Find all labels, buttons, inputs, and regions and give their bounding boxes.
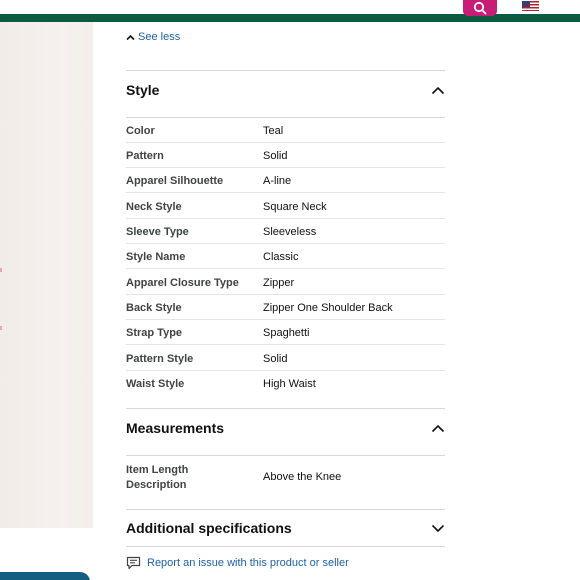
attribute-value: Teal	[263, 125, 284, 137]
table-row: Strap Type Spaghetti	[126, 320, 445, 345]
measurements-section-header[interactable]: Measurements	[126, 420, 445, 436]
attribute-value: Spaghetti	[263, 327, 310, 339]
attribute-value: Zipper One Shoulder Back	[263, 302, 393, 314]
attribute-value: A-line	[263, 175, 292, 187]
table-row: Sleeve Type Sleeveless	[126, 219, 445, 244]
attribute-value: Sleeveless	[263, 226, 317, 238]
see-less-link[interactable]: See less	[126, 31, 180, 43]
table-row: Pattern Style Solid	[126, 346, 445, 371]
chevron-up-icon	[431, 86, 445, 95]
language-label: EN	[542, 0, 558, 12]
floating-pill-button[interactable]	[0, 572, 90, 580]
table-row: Style Name Classic	[126, 244, 445, 269]
divider	[126, 509, 445, 510]
divider	[126, 408, 445, 409]
attribute-name: Apparel Silhouette	[126, 175, 224, 187]
feedback-icon	[126, 556, 141, 570]
us-flag-icon	[522, 1, 539, 11]
attribute-name: Neck Style	[126, 201, 182, 213]
additional-specifications-header[interactable]: Additional specifications	[126, 520, 445, 536]
attribute-name: Strap Type	[126, 327, 183, 339]
attribute-name: Style Name	[126, 251, 186, 263]
attribute-name: Back Style	[126, 302, 182, 314]
table-row: Pattern Solid	[126, 143, 445, 168]
attribute-name: Item Length Description	[126, 464, 189, 491]
attribute-value: Solid	[263, 150, 288, 162]
table-row: Neck Style Square Neck	[126, 194, 445, 219]
chevron-down-icon	[431, 524, 445, 533]
table-row: Apparel Closure Type Zipper	[126, 270, 445, 295]
attribute-value: Zipper	[263, 277, 295, 289]
attribute-name: Pattern	[126, 150, 164, 162]
table-row: Waist Style High Waist	[126, 371, 445, 396]
report-issue-link[interactable]: Report an issue with this product or sel…	[126, 556, 349, 570]
image-detail	[0, 268, 2, 272]
attribute-value: Classic	[263, 251, 299, 263]
attribute-value: Square Neck	[263, 201, 327, 213]
see-less-label: See less	[138, 31, 181, 43]
table-row: Color Teal	[126, 118, 445, 143]
product-image[interactable]	[0, 22, 93, 528]
caret-down-icon	[560, 4, 567, 8]
chevron-up-icon	[431, 424, 445, 433]
style-section-header[interactable]: Style	[126, 82, 445, 98]
attribute-name: Sleeve Type	[126, 226, 189, 238]
attribute-name: Apparel Closure Type	[126, 277, 239, 289]
additional-specifications-title: Additional specifications	[126, 520, 292, 536]
style-section-title: Style	[126, 82, 160, 98]
search-icon	[473, 1, 487, 15]
search-button[interactable]	[463, 0, 497, 16]
report-issue-label: Report an issue with this product or sel…	[147, 557, 349, 569]
top-header: EN	[0, 0, 580, 22]
divider	[126, 70, 445, 71]
image-detail	[0, 326, 2, 330]
attribute-value: Above the Knee	[263, 471, 342, 483]
language-selector[interactable]: EN	[522, 0, 567, 12]
chevron-up-icon	[126, 34, 135, 40]
attribute-name: Waist Style	[126, 378, 185, 390]
table-row: Apparel Silhouette A-line	[126, 168, 445, 193]
table-row: Item Length Description Above the Knee	[126, 456, 445, 510]
attribute-value: High Waist	[263, 378, 316, 390]
measurements-section-title: Measurements	[126, 420, 225, 436]
table-row: Back Style Zipper One Shoulder Back	[126, 295, 445, 320]
attribute-name: Color	[126, 125, 155, 137]
attribute-value: Solid	[263, 353, 288, 365]
divider	[126, 546, 445, 547]
attribute-name: Pattern Style	[126, 353, 194, 365]
